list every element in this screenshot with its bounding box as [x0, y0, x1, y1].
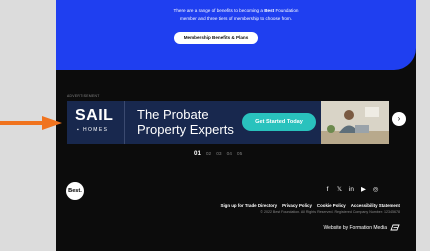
- best-logo[interactable]: Best.: [66, 182, 84, 200]
- membership-promo: There are a range of benefits to becomin…: [56, 0, 416, 70]
- advert-banner[interactable]: SAIL ▪ HOMES The Probate Property Expert…: [67, 101, 389, 144]
- orange-pointer-arrow-icon: [0, 116, 62, 130]
- twitter-icon[interactable]: 𝕏: [336, 186, 343, 194]
- social-links: f 𝕏in ▶ ◎: [324, 186, 379, 194]
- carousel-page-5[interactable]: 05: [237, 152, 242, 157]
- sail-homes-logo: SAIL ▪ HOMES: [67, 101, 125, 144]
- advert-photo: [321, 101, 389, 144]
- facebook-icon[interactable]: f: [324, 186, 331, 194]
- carousel-next-button[interactable]: ›: [392, 112, 406, 126]
- promo-text: There are a range of benefits to becomin…: [173, 8, 299, 21]
- footer-link-1[interactable]: Sign up for Trade Directory: [221, 203, 278, 208]
- credit-text: Website by Formation Media: [323, 224, 387, 231]
- sail-logo-sub: ▪ HOMES: [77, 127, 109, 133]
- site-credit[interactable]: Website by Formation Media: [323, 224, 400, 231]
- footer-links: Sign up for Trade Directory Privacy Polic…: [221, 203, 400, 208]
- carousel-pagination: 01 02 03 04 05: [194, 150, 242, 157]
- linkedin-icon[interactable]: in: [348, 186, 355, 194]
- carousel-page-3[interactable]: 03: [216, 152, 221, 157]
- page: There are a range of benefits to becomin…: [56, 0, 416, 251]
- membership-benefits-button[interactable]: Membership Benefits & Plans: [174, 32, 258, 44]
- carousel-page-1[interactable]: 01: [194, 150, 201, 157]
- advert-headline: The Probate Property Experts: [137, 107, 234, 137]
- carousel-page-2[interactable]: 02: [206, 152, 211, 157]
- youtube-icon[interactable]: ▶: [360, 186, 367, 194]
- footer-link-3[interactable]: Cookie Policy: [317, 203, 346, 208]
- footer-link-4[interactable]: Accessibility Statement: [351, 203, 400, 208]
- carousel-page-4[interactable]: 04: [227, 152, 232, 157]
- copyright-text: © 2022 Best Foundation. All Rights Reser…: [260, 210, 400, 214]
- instagram-icon[interactable]: ◎: [372, 186, 379, 194]
- formation-media-icon: [390, 224, 400, 231]
- footer-link-2[interactable]: Privacy Policy: [282, 203, 312, 208]
- sail-logo-word: SAIL: [75, 107, 114, 124]
- advertisement-label: ADVERTISEMENT: [67, 94, 100, 98]
- get-started-button[interactable]: Get Started Today: [242, 113, 316, 131]
